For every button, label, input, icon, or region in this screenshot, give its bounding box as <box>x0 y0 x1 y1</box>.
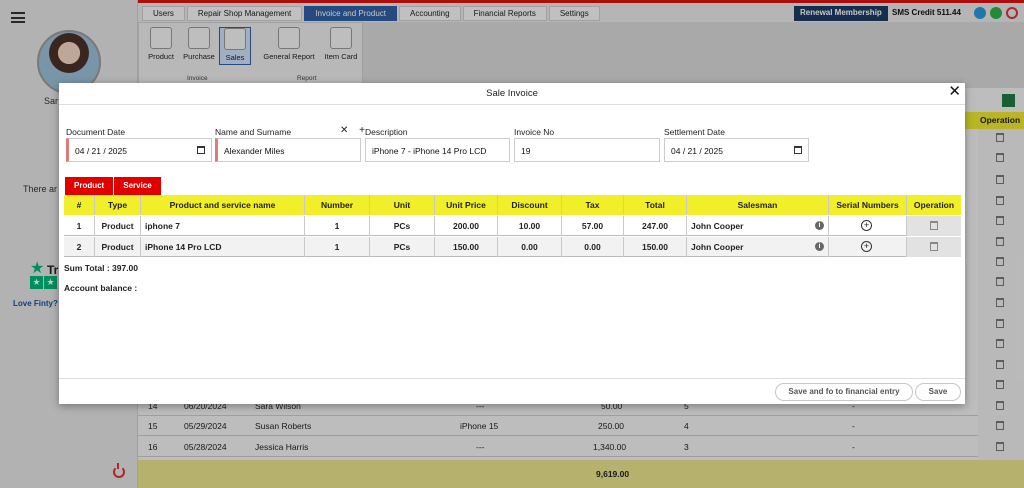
invoice-no-label: Invoice No <box>514 127 555 137</box>
save-button[interactable]: Save <box>915 383 961 401</box>
add-serial-icon[interactable]: + <box>861 220 872 231</box>
sale-invoice-dialog: Sale Invoice ✕ Document Date 04 / 21 / 2… <box>59 83 965 404</box>
description-field[interactable]: iPhone 7 - iPhone 14 Pro LCD <box>365 138 510 162</box>
sum-total: Sum Total : 397.00 <box>64 263 139 273</box>
tab-service[interactable]: Service <box>114 177 161 195</box>
settlement-date-label: Settlement Date <box>664 127 725 137</box>
tab-product[interactable]: Product <box>65 177 114 195</box>
trash-icon[interactable] <box>930 242 938 251</box>
description-label: Description <box>365 127 408 137</box>
info-icon[interactable]: i <box>815 242 824 251</box>
table-row[interactable]: 2 Product iPhone 14 Pro LCD 1 PCs 150.00… <box>64 237 961 257</box>
close-icon[interactable]: ✕ <box>948 84 961 99</box>
info-icon[interactable]: i <box>815 221 824 230</box>
dialog-title: Sale Invoice <box>59 83 965 105</box>
name-surname-field[interactable]: Alexander Miles <box>215 138 361 162</box>
app-window: Sar There ar ★ Tr ★ ★ Love Finty? Users R… <box>0 0 1024 488</box>
trash-icon[interactable] <box>930 221 938 230</box>
document-date-label: Document Date <box>66 127 126 137</box>
dialog-footer: Save and fo to financial entry Save <box>59 378 965 404</box>
table-header: # Type Product and service name Number U… <box>64 195 961 215</box>
table-row[interactable]: 1 Product iphone 7 1 PCs 200.00 10.00 57… <box>64 216 961 236</box>
calendar-icon[interactable] <box>197 146 205 154</box>
add-serial-icon[interactable]: + <box>861 241 872 252</box>
name-surname-label: Name and Surname <box>215 127 292 137</box>
account-balance: Account balance : <box>64 283 138 293</box>
invoice-no-field[interactable]: 19 <box>514 138 660 162</box>
calendar-icon[interactable] <box>794 146 802 154</box>
save-financial-entry-button[interactable]: Save and fo to financial entry <box>775 383 913 401</box>
document-date-field[interactable]: 04 / 21 / 2025 <box>66 138 212 162</box>
settlement-date-field[interactable]: 04 / 21 / 2025 <box>664 138 809 162</box>
